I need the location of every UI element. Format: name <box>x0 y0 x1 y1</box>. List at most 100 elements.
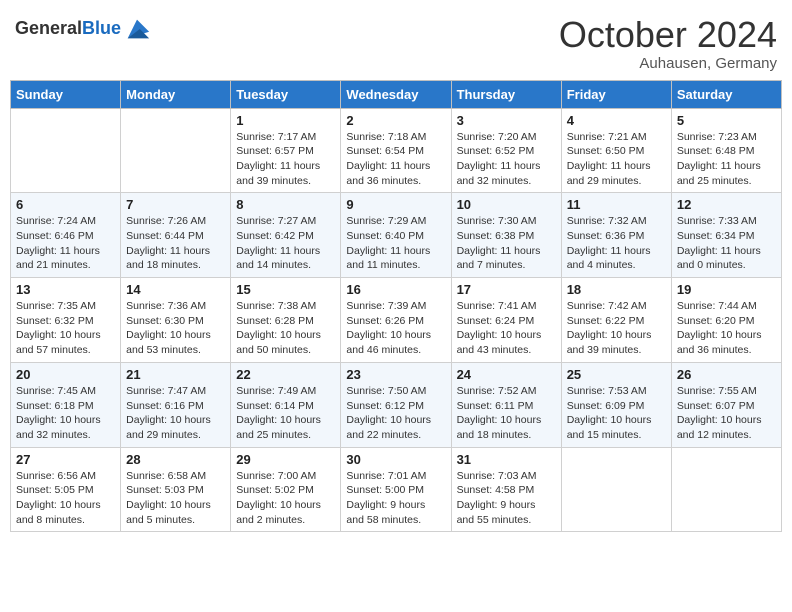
calendar-day-cell: 14 Sunrise: 7:36 AMSunset: 6:30 PMDayligh… <box>121 278 231 363</box>
month-title: October 2024 <box>559 15 777 55</box>
day-detail: Sunrise: 7:38 AMSunset: 6:28 PMDaylight:… <box>236 299 335 358</box>
calendar-table: SundayMondayTuesdayWednesdayThursdayFrid… <box>10 80 782 533</box>
day-number: 31 <box>457 452 556 467</box>
calendar-day-cell: 26Sunrise: 7:55 AMSunset: 6:07 PMDayligh… <box>671 362 781 447</box>
day-number: 28 <box>126 452 225 467</box>
day-number: 18 <box>567 282 666 297</box>
calendar-day-cell: 18 Sunrise: 7:42 AMSunset: 6:22 PMDayligh… <box>561 278 671 363</box>
calendar-day-cell: 30Sunrise: 7:01 AMSunset: 5:00 PMDayligh… <box>341 447 451 532</box>
day-number: 13 <box>16 282 115 297</box>
calendar-day-cell: 12Sunrise: 7:33 AMSunset: 6:34 PMDayligh… <box>671 193 781 278</box>
day-number: 5 <box>677 113 776 128</box>
day-detail: Sunrise: 7:32 AMSunset: 6:36 PMDaylight:… <box>567 214 666 273</box>
day-number: 22 <box>236 367 335 382</box>
calendar-header-row: SundayMondayTuesdayWednesdayThursdayFrid… <box>11 80 782 108</box>
calendar-day-cell: 5Sunrise: 7:23 AMSunset: 6:48 PMDaylight… <box>671 108 781 193</box>
day-number: 21 <box>126 367 225 382</box>
calendar-week-row: 6Sunrise: 7:24 AMSunset: 6:46 PMDaylight… <box>11 193 782 278</box>
day-detail: Sunrise: 7:53 AMSunset: 6:09 PMDaylight:… <box>567 384 666 443</box>
logo-icon <box>123 15 151 43</box>
day-of-week-header: Wednesday <box>341 80 451 108</box>
calendar-day-cell: 21 Sunrise: 7:47 AMSunset: 6:16 PMDayligh… <box>121 362 231 447</box>
calendar-week-row: 27Sunrise: 6:56 AMSunset: 5:05 PMDayligh… <box>11 447 782 532</box>
calendar-day-cell: 4 Sunrise: 7:21 AMSunset: 6:50 PMDaylight… <box>561 108 671 193</box>
day-detail: Sunrise: 7:44 AMSunset: 6:20 PMDaylight:… <box>677 299 776 358</box>
logo-blue-text: Blue <box>82 18 121 38</box>
day-detail: Sunrise: 7:42 AMSunset: 6:22 PMDaylight:… <box>567 299 666 358</box>
day-number: 9 <box>346 197 445 212</box>
calendar-week-row: 20 Sunrise: 7:45 AMSunset: 6:18 PMDayligh… <box>11 362 782 447</box>
calendar-day-cell: 16Sunrise: 7:39 AMSunset: 6:26 PMDayligh… <box>341 278 451 363</box>
day-detail: Sunrise: 7:45 AMSunset: 6:18 PMDaylight:… <box>16 384 115 443</box>
day-detail: Sunrise: 7:20 AMSunset: 6:52 PMDaylight:… <box>457 130 556 189</box>
day-detail: Sunrise: 7:17 AMSunset: 6:57 PMDaylight:… <box>236 130 335 189</box>
calendar-day-cell: 3 Sunrise: 7:20 AMSunset: 6:52 PMDaylight… <box>451 108 561 193</box>
calendar-day-cell: 23 Sunrise: 7:50 AMSunset: 6:12 PMDayligh… <box>341 362 451 447</box>
calendar-day-cell: 11 Sunrise: 7:32 AMSunset: 6:36 PMDayligh… <box>561 193 671 278</box>
logo-general-text: General <box>15 18 82 38</box>
day-of-week-header: Saturday <box>671 80 781 108</box>
day-detail: Sunrise: 7:24 AMSunset: 6:46 PMDaylight:… <box>16 214 115 273</box>
calendar-day-cell: 2 Sunrise: 7:18 AMSunset: 6:54 PMDaylight… <box>341 108 451 193</box>
day-of-week-header: Sunday <box>11 80 121 108</box>
calendar-day-cell: 8 Sunrise: 7:27 AMSunset: 6:42 PMDaylight… <box>231 193 341 278</box>
calendar-day-cell: 29Sunrise: 7:00 AMSunset: 5:02 PMDayligh… <box>231 447 341 532</box>
day-of-week-header: Monday <box>121 80 231 108</box>
calendar-day-cell <box>11 108 121 193</box>
day-number: 20 <box>16 367 115 382</box>
day-number: 8 <box>236 197 335 212</box>
title-block: October 2024 Auhausen, Germany <box>559 15 777 72</box>
day-detail: Sunrise: 7:27 AMSunset: 6:42 PMDaylight:… <box>236 214 335 273</box>
day-detail: Sunrise: 7:26 AMSunset: 6:44 PMDaylight:… <box>126 214 225 273</box>
day-number: 15 <box>236 282 335 297</box>
calendar-day-cell <box>121 108 231 193</box>
day-number: 10 <box>457 197 556 212</box>
logo: GeneralBlue <box>15 15 151 43</box>
day-detail: Sunrise: 7:21 AMSunset: 6:50 PMDaylight:… <box>567 130 666 189</box>
day-number: 14 <box>126 282 225 297</box>
calendar-day-cell: 6Sunrise: 7:24 AMSunset: 6:46 PMDaylight… <box>11 193 121 278</box>
calendar-day-cell: 1 Sunrise: 7:17 AMSunset: 6:57 PMDaylight… <box>231 108 341 193</box>
day-detail: Sunrise: 7:00 AMSunset: 5:02 PMDaylight:… <box>236 469 335 528</box>
day-number: 24 <box>457 367 556 382</box>
calendar-day-cell: 9 Sunrise: 7:29 AMSunset: 6:40 PMDaylight… <box>341 193 451 278</box>
day-detail: Sunrise: 6:58 AMSunset: 5:03 PMDaylight:… <box>126 469 225 528</box>
day-detail: Sunrise: 7:47 AMSunset: 6:16 PMDaylight:… <box>126 384 225 443</box>
day-number: 19 <box>677 282 776 297</box>
day-detail: Sunrise: 7:55 AMSunset: 6:07 PMDaylight:… <box>677 384 776 443</box>
day-detail: Sunrise: 7:36 AMSunset: 6:30 PMDaylight:… <box>126 299 225 358</box>
day-detail: Sunrise: 6:56 AMSunset: 5:05 PMDaylight:… <box>16 469 115 528</box>
day-number: 2 <box>346 113 445 128</box>
day-number: 11 <box>567 197 666 212</box>
calendar-day-cell: 13 Sunrise: 7:35 AMSunset: 6:32 PMDayligh… <box>11 278 121 363</box>
calendar-day-cell: 20 Sunrise: 7:45 AMSunset: 6:18 PMDayligh… <box>11 362 121 447</box>
calendar-week-row: 13 Sunrise: 7:35 AMSunset: 6:32 PMDayligh… <box>11 278 782 363</box>
day-detail: Sunrise: 7:35 AMSunset: 6:32 PMDaylight:… <box>16 299 115 358</box>
day-number: 1 <box>236 113 335 128</box>
location-subtitle: Auhausen, Germany <box>559 55 777 72</box>
calendar-day-cell: 28 Sunrise: 6:58 AMSunset: 5:03 PMDayligh… <box>121 447 231 532</box>
day-number: 3 <box>457 113 556 128</box>
day-detail: Sunrise: 7:39 AMSunset: 6:26 PMDaylight:… <box>346 299 445 358</box>
page-header: GeneralBlue October 2024 Auhausen, Germa… <box>10 10 782 72</box>
day-detail: Sunrise: 7:49 AMSunset: 6:14 PMDaylight:… <box>236 384 335 443</box>
day-number: 4 <box>567 113 666 128</box>
calendar-day-cell: 7 Sunrise: 7:26 AMSunset: 6:44 PMDaylight… <box>121 193 231 278</box>
calendar-day-cell: 24Sunrise: 7:52 AMSunset: 6:11 PMDayligh… <box>451 362 561 447</box>
day-detail: Sunrise: 7:33 AMSunset: 6:34 PMDaylight:… <box>677 214 776 273</box>
calendar-day-cell: 27Sunrise: 6:56 AMSunset: 5:05 PMDayligh… <box>11 447 121 532</box>
calendar-day-cell: 10 Sunrise: 7:30 AMSunset: 6:38 PMDayligh… <box>451 193 561 278</box>
calendar-day-cell: 15 Sunrise: 7:38 AMSunset: 6:28 PMDayligh… <box>231 278 341 363</box>
day-detail: Sunrise: 7:18 AMSunset: 6:54 PMDaylight:… <box>346 130 445 189</box>
day-number: 17 <box>457 282 556 297</box>
day-number: 30 <box>346 452 445 467</box>
calendar-day-cell: 25Sunrise: 7:53 AMSunset: 6:09 PMDayligh… <box>561 362 671 447</box>
day-detail: Sunrise: 7:29 AMSunset: 6:40 PMDaylight:… <box>346 214 445 273</box>
day-detail: Sunrise: 7:50 AMSunset: 6:12 PMDaylight:… <box>346 384 445 443</box>
calendar-day-cell <box>561 447 671 532</box>
day-number: 7 <box>126 197 225 212</box>
day-detail: Sunrise: 7:30 AMSunset: 6:38 PMDaylight:… <box>457 214 556 273</box>
day-number: 23 <box>346 367 445 382</box>
calendar-day-cell: 22 Sunrise: 7:49 AMSunset: 6:14 PMDayligh… <box>231 362 341 447</box>
calendar-day-cell: 17Sunrise: 7:41 AMSunset: 6:24 PMDayligh… <box>451 278 561 363</box>
